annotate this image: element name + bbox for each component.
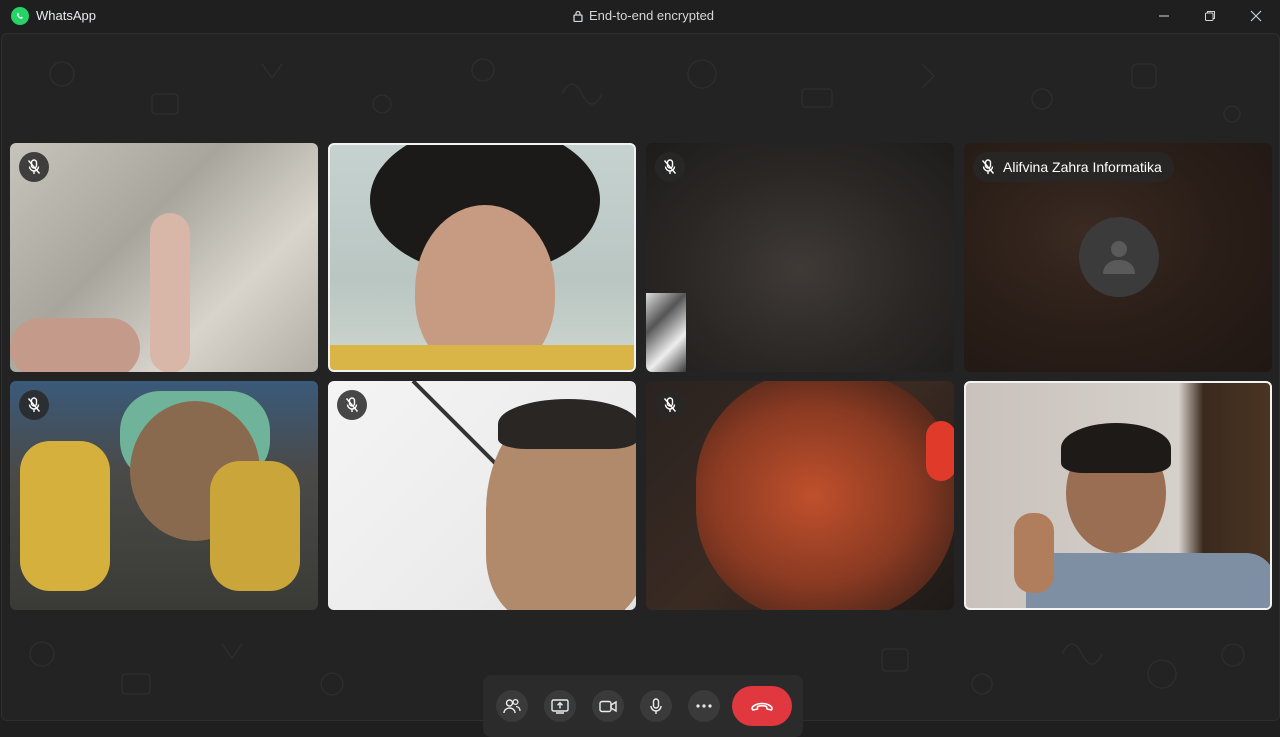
background-doodle-pattern bbox=[29, 58, 1245, 696]
participants-button[interactable] bbox=[496, 690, 528, 722]
video-camera-icon bbox=[599, 700, 617, 712]
participant-tile-3[interactable] bbox=[646, 143, 954, 372]
video-feed-shirt bbox=[330, 345, 634, 370]
participant-tile-4-camera-off[interactable]: Alifvina Zahra Informatika bbox=[964, 143, 1272, 372]
encryption-label: End-to-end encrypted bbox=[589, 8, 715, 23]
more-options-button[interactable] bbox=[688, 690, 720, 722]
muted-mic-icon bbox=[19, 390, 49, 420]
participant-tile-1[interactable] bbox=[10, 143, 318, 372]
minimize-button[interactable] bbox=[1141, 0, 1187, 32]
default-avatar-icon bbox=[1079, 217, 1159, 297]
video-feed-hand-base bbox=[10, 318, 140, 372]
video-feed-shirt bbox=[1026, 553, 1270, 608]
muted-mic-icon bbox=[337, 390, 367, 420]
participant-tile-5[interactable] bbox=[10, 381, 318, 610]
video-toggle-button[interactable] bbox=[592, 690, 624, 722]
participant-name-pill: Alifvina Zahra Informatika bbox=[973, 152, 1174, 182]
call-stage: Alifvina Zahra Informatika bbox=[1, 33, 1280, 737]
video-feed-hand bbox=[150, 213, 190, 372]
restore-icon bbox=[1205, 11, 1215, 21]
participants-icon bbox=[503, 698, 521, 714]
encryption-status: End-to-end encrypted bbox=[573, 8, 714, 23]
muted-mic-icon bbox=[655, 390, 685, 420]
video-feed-background bbox=[646, 293, 686, 372]
call-controls-bar bbox=[483, 675, 803, 737]
video-feed-thumb-right bbox=[210, 461, 300, 591]
minimize-icon bbox=[1159, 15, 1169, 17]
lock-icon bbox=[573, 10, 583, 22]
video-feed-hair bbox=[498, 399, 636, 449]
video-feed-light bbox=[926, 421, 954, 481]
more-options-icon bbox=[696, 704, 712, 708]
microphone-icon bbox=[650, 697, 662, 714]
microphone-toggle-button[interactable] bbox=[640, 690, 672, 722]
end-call-icon bbox=[751, 702, 773, 711]
muted-mic-icon bbox=[981, 159, 995, 174]
muted-mic-icon bbox=[655, 152, 685, 182]
whatsapp-logo-icon bbox=[11, 7, 29, 25]
restore-button[interactable] bbox=[1187, 0, 1233, 32]
video-feed-thumb-left bbox=[20, 441, 110, 591]
video-feed-face bbox=[696, 381, 954, 610]
participant-name: Alifvina Zahra Informatika bbox=[1003, 159, 1162, 175]
close-button[interactable] bbox=[1233, 0, 1279, 32]
participant-tile-8-active-speaker[interactable] bbox=[964, 381, 1272, 610]
app-title: WhatsApp bbox=[36, 8, 96, 23]
participant-tile-2-active-speaker[interactable] bbox=[328, 143, 636, 372]
video-feed-hair bbox=[1061, 423, 1171, 473]
title-bar: WhatsApp End-to-end encrypted bbox=[0, 0, 1280, 32]
share-screen-icon bbox=[551, 698, 569, 714]
end-call-button[interactable] bbox=[732, 686, 792, 726]
close-icon bbox=[1250, 10, 1262, 22]
video-feed-thumb bbox=[1014, 513, 1054, 593]
share-screen-button[interactable] bbox=[544, 690, 576, 722]
participant-tile-7[interactable] bbox=[646, 381, 954, 610]
muted-mic-icon bbox=[19, 152, 49, 182]
participant-tile-6[interactable] bbox=[328, 381, 636, 610]
